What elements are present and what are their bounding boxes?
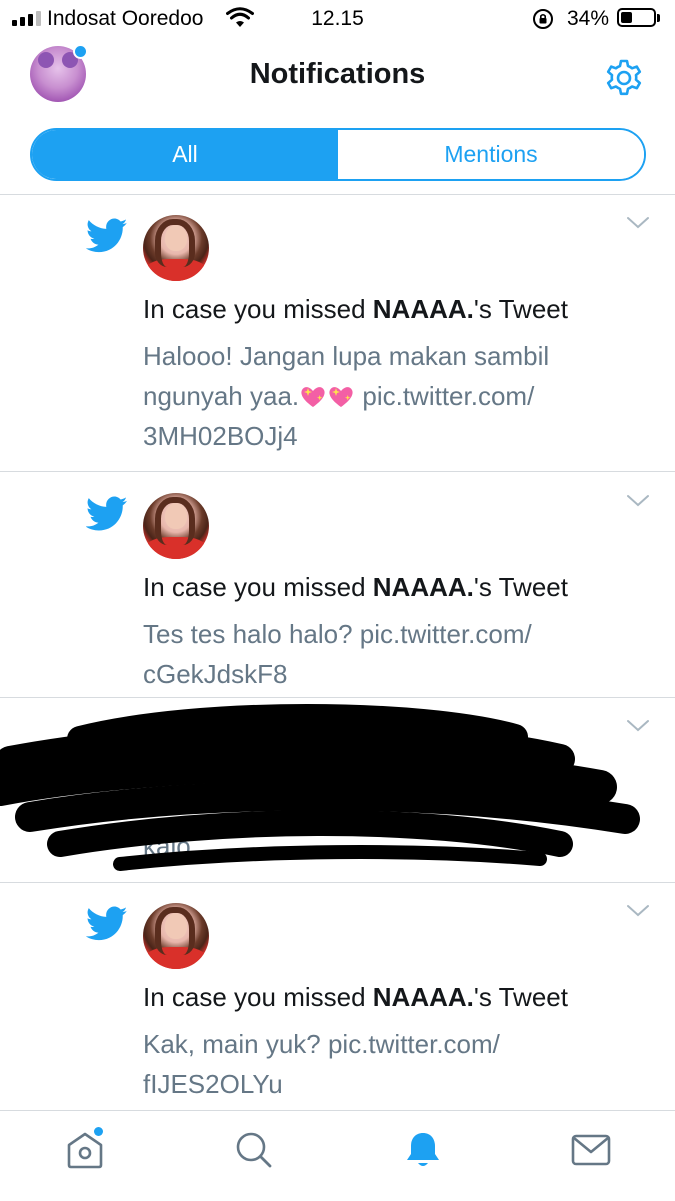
- notification-item[interactable]: In case you missed NAAAA.'s Tweet Kak, m…: [0, 884, 675, 1106]
- tweet-text[interactable]: Tes tes halo halo? pic.twitter.com/ cGek…: [143, 614, 633, 694]
- bell-icon: [407, 1133, 439, 1166]
- notification-headline: In case you missed NAAAA.'s Tweet: [143, 572, 568, 602]
- redaction-scribble: [0, 704, 640, 871]
- author-name: NAAAA.: [372, 294, 474, 324]
- mail-icon: [571, 1134, 611, 1166]
- tweet-text[interactable]: Halooo! Jangan lupa makan sambil ngunyah…: [143, 336, 633, 456]
- battery-icon: [617, 8, 656, 27]
- search-tab[interactable]: [233, 1129, 275, 1176]
- chevron-down-icon[interactable]: [626, 216, 650, 230]
- notification-headline: In case you missed NAAAA.'s Tweet: [143, 982, 568, 1012]
- twitter-bird-icon: [86, 218, 128, 253]
- tab-mentions[interactable]: Mentions: [338, 130, 644, 179]
- avatar-notification-dot: [73, 44, 88, 59]
- twitter-bird-icon: [86, 496, 128, 531]
- battery-percent: 34%: [567, 7, 610, 30]
- notification-headline: In case you missed NAAAA.'s Tweet: [143, 294, 568, 324]
- home-tab[interactable]: [64, 1127, 106, 1176]
- divider: [0, 697, 675, 698]
- tweet-text[interactable]: Kak, main yuk? pic.twitter.com/ fIJES2OL…: [143, 1024, 633, 1104]
- author-avatar[interactable]: [143, 215, 209, 281]
- header: Notifications: [0, 38, 675, 116]
- author-avatar[interactable]: [143, 493, 209, 559]
- status-bar: Indosat Ooredoo 12.15 34%: [0, 0, 675, 38]
- bottom-tab-bar: [0, 1110, 675, 1201]
- chevron-down-icon[interactable]: [626, 494, 650, 508]
- page-title: Notifications: [249, 58, 426, 90]
- messages-tab[interactable]: [570, 1129, 612, 1176]
- divider: [0, 882, 675, 883]
- gear-icon[interactable]: [604, 58, 644, 98]
- author-name: NAAAA.: [372, 982, 474, 1012]
- notification-filter-tabs: All Mentions: [30, 128, 646, 181]
- sparkling-heart-emoji-icon: [301, 387, 325, 407]
- search-icon: [236, 1132, 272, 1168]
- home-badge-dot: [94, 1127, 103, 1136]
- author-name: NAAAA.: [372, 572, 474, 602]
- rotation-lock-icon: [533, 9, 553, 29]
- author-avatar[interactable]: [143, 903, 209, 969]
- divider: [0, 194, 675, 195]
- notification-item[interactable]: In case you missed NAAAA.'s Tweet Tes te…: [0, 474, 675, 696]
- tab-all[interactable]: All: [32, 130, 338, 179]
- sparkling-heart-emoji-icon: [329, 387, 353, 407]
- divider: [0, 471, 675, 472]
- notification-item[interactable]: In case you missed NAAAA.'s Tweet Halooo…: [0, 196, 675, 470]
- chevron-down-icon[interactable]: [626, 904, 650, 918]
- notification-item-redacted[interactable]: kalo: [0, 699, 675, 881]
- notifications-tab[interactable]: [402, 1129, 444, 1176]
- twitter-bird-icon: [86, 906, 128, 941]
